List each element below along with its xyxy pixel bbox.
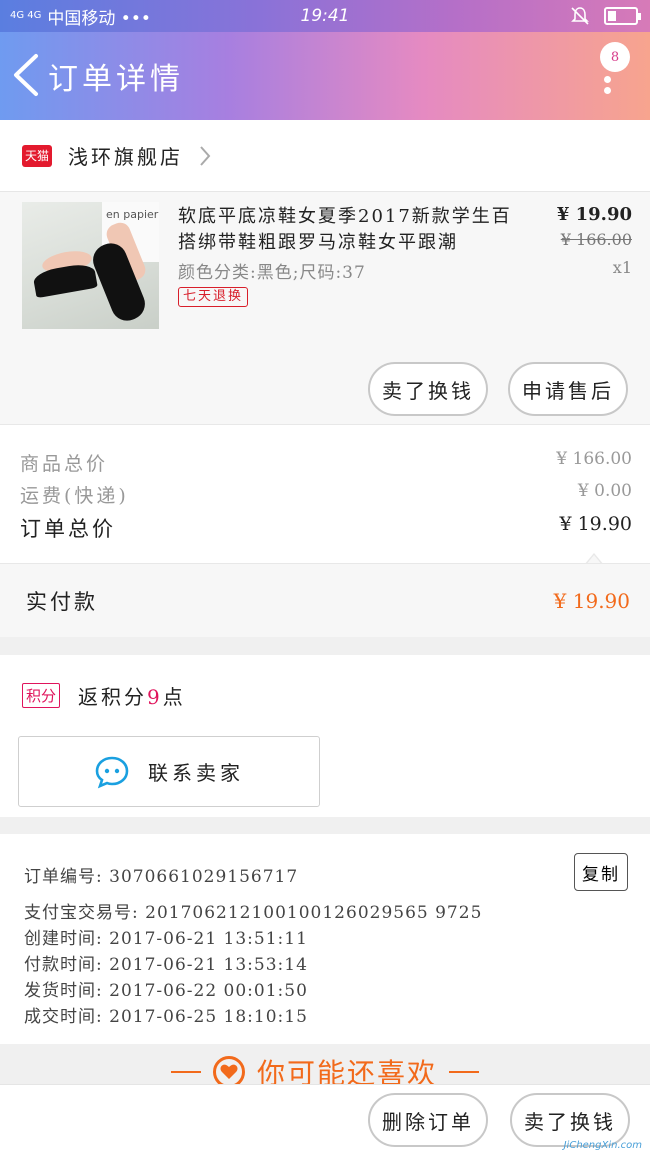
order-item[interactable]: en papier 软底平底凉鞋女夏季2017新款学生百搭绑带鞋粗跟罗马凉鞋女平… bbox=[0, 192, 650, 424]
goods-total-row: 商品总价 ¥ 166.00 bbox=[20, 449, 632, 476]
product-original-price: ¥ 166.00 bbox=[560, 230, 632, 249]
order-total-label: 订单总价 bbox=[20, 517, 116, 541]
return-policy-tag: 七天退换 bbox=[178, 287, 249, 307]
points-suffix: 点 bbox=[162, 685, 186, 709]
goods-total-value: ¥ 166.00 bbox=[556, 449, 632, 469]
delete-order-button[interactable]: 删除订单 bbox=[368, 1093, 488, 1147]
more-dot-icon bbox=[604, 87, 611, 94]
order-info-section: 订单编号: 3070661029156717 复制 支付宝交易号: 201706… bbox=[0, 834, 650, 1044]
created-time: 创建时间: 2017-06-21 13:51:11 bbox=[24, 929, 308, 949]
recommend-divider: 你可能还喜欢 bbox=[0, 1044, 650, 1084]
shipping-value: ¥ 0.00 bbox=[577, 481, 632, 501]
amount-paid-value: ¥ 19.90 bbox=[553, 588, 630, 613]
shipping-time: 发货时间: 2017-06-22 00:01:50 bbox=[24, 981, 308, 1001]
product-quantity: x1 bbox=[612, 258, 632, 277]
bottom-sell-for-cash-button[interactable]: 卖了换钱 bbox=[510, 1093, 630, 1147]
more-menu-button[interactable]: 8 bbox=[598, 42, 632, 112]
mute-icon bbox=[571, 7, 589, 25]
shop-row[interactable]: 天猫 浅环旗舰店 bbox=[0, 120, 650, 192]
bottom-action-bar: 删除订单 卖了换钱 JiChengXin.com bbox=[0, 1084, 650, 1155]
product-title[interactable]: 软底平底凉鞋女夏季2017新款学生百搭绑带鞋粗跟罗马凉鞋女平跟潮 bbox=[178, 204, 528, 256]
price-summary: 商品总价 ¥ 166.00 运费(快递) ¥ 0.00 订单总价 ¥ 19.90 bbox=[0, 424, 650, 566]
page-title: 订单详情 bbox=[48, 62, 184, 97]
contact-seller-label: 联系卖家 bbox=[148, 761, 244, 785]
payment-time: 付款时间: 2017-06-21 13:53:14 bbox=[24, 955, 308, 975]
contact-seller-button[interactable]: 联系卖家 bbox=[18, 736, 320, 807]
shipping-row: 运费(快递) ¥ 0.00 bbox=[20, 481, 632, 508]
shipping-label: 运费(快递) bbox=[20, 485, 129, 507]
points-row: 积分 返积分9点 bbox=[22, 681, 186, 710]
points-badge: 积分 bbox=[22, 683, 61, 708]
watermark: JiChengXin.com bbox=[563, 1140, 642, 1151]
tmall-badge: 天猫 bbox=[22, 144, 52, 167]
amount-paid-label: 实付款 bbox=[26, 589, 98, 614]
navigation-header: 订单详情 8 bbox=[0, 32, 650, 120]
order-number: 订单编号: 3070661029156717 bbox=[24, 867, 299, 887]
sell-for-cash-button[interactable]: 卖了换钱 bbox=[368, 362, 488, 416]
product-spec: 颜色分类:黑色;尺码:37 bbox=[178, 263, 366, 283]
points-section: 积分 返积分9点 联系卖家 bbox=[0, 655, 650, 817]
back-arrow-icon[interactable] bbox=[8, 50, 44, 100]
amount-paid-row: 实付款 ¥ 19.90 bbox=[0, 563, 650, 637]
order-total-value: ¥ 19.90 bbox=[559, 513, 632, 535]
more-dot-icon bbox=[604, 76, 611, 83]
chevron-right-icon bbox=[200, 145, 211, 166]
clock: 19:41 bbox=[300, 6, 350, 26]
status-bar: 4G 4G 中国移动 ••• 19:41 bbox=[0, 0, 650, 32]
divider-line bbox=[449, 1071, 479, 1073]
heart-icon bbox=[212, 1056, 245, 1084]
points-prefix: 返积分 bbox=[78, 685, 148, 709]
copy-order-number-button[interactable]: 复制 bbox=[574, 853, 628, 891]
product-thumbnail[interactable]: en papier bbox=[22, 202, 159, 329]
after-sale-button[interactable]: 申请售后 bbox=[508, 362, 628, 416]
completed-time: 成交时间: 2017-06-25 18:10:15 bbox=[24, 1007, 308, 1027]
shop-name: 浅环旗舰店 bbox=[68, 145, 183, 169]
divider-line bbox=[170, 1071, 201, 1073]
message-count-badge: 8 bbox=[600, 42, 630, 72]
battery-icon bbox=[604, 7, 641, 25]
goods-total-label: 商品总价 bbox=[20, 453, 109, 475]
product-price: ¥ 19.90 bbox=[556, 204, 632, 225]
points-value: 9 bbox=[147, 685, 163, 709]
alipay-transaction-number: 支付宝交易号: 201706212100100126029565 9725 bbox=[24, 903, 483, 923]
order-total-row: 订单总价 ¥ 19.90 bbox=[20, 513, 632, 543]
points-text: 返积分9点 bbox=[78, 681, 186, 710]
chat-bubble-icon bbox=[95, 756, 129, 788]
recommend-title: 你可能还喜欢 bbox=[256, 1057, 437, 1084]
